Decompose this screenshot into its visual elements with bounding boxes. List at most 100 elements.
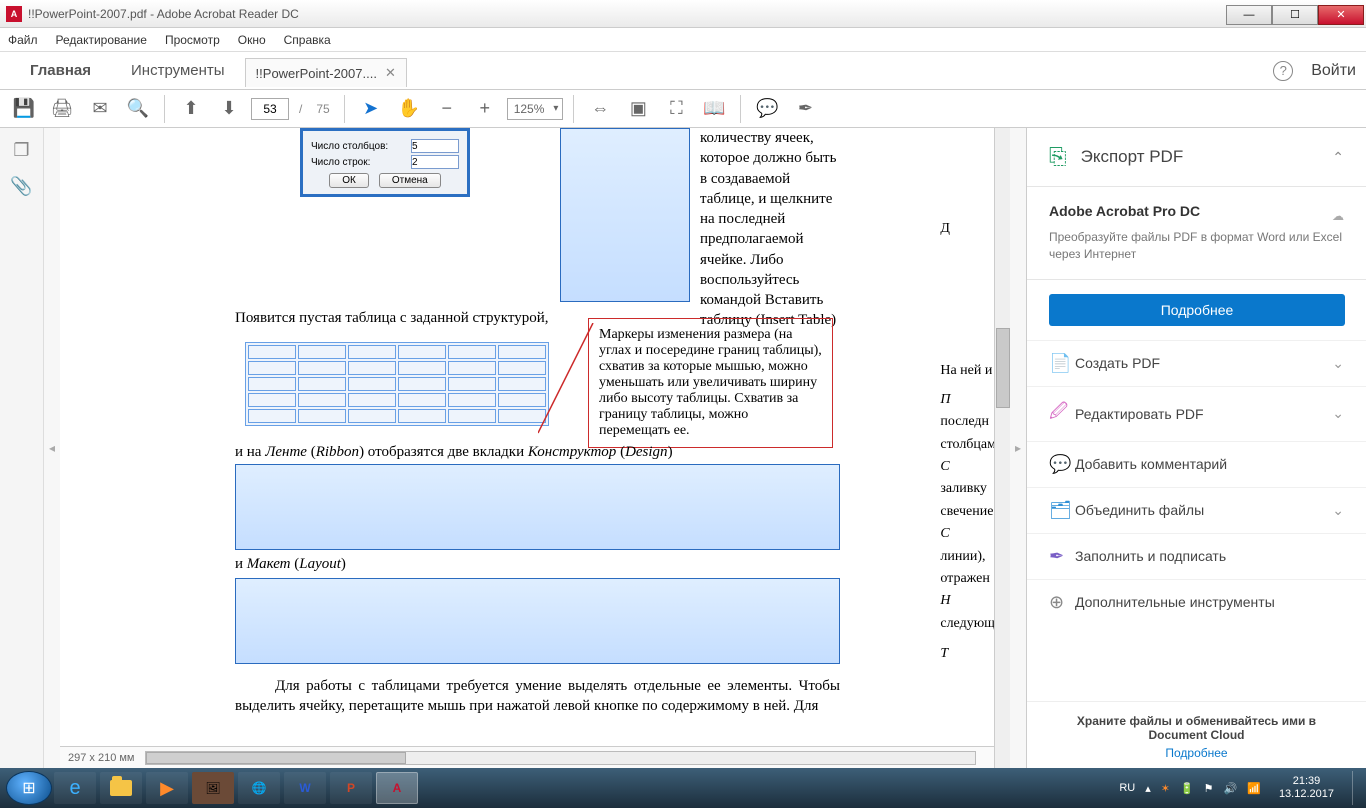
vertical-scrollbar[interactable]: [994, 128, 1010, 768]
zoom-value: 125%: [514, 102, 545, 116]
system-tray: RU ▴ ✶ 🔋 ⚑ 🔊 📶 21:39 13.12.2017: [1119, 771, 1360, 805]
menu-edit[interactable]: Редактирование: [56, 33, 147, 47]
print-icon[interactable]: 🖨: [46, 93, 78, 125]
vscroll-thumb[interactable]: [996, 328, 1010, 408]
read-mode-icon[interactable]: 📖: [698, 93, 730, 125]
taskbar-mediaplayer-icon[interactable]: ▶: [146, 772, 188, 804]
edit-pdf-icon: 🖉: [1049, 399, 1075, 429]
tray-avast-icon[interactable]: ✶: [1161, 782, 1170, 795]
document-tab[interactable]: !!PowerPoint-2007.... ✕: [245, 58, 407, 87]
tray-show-hidden-icon[interactable]: ▴: [1145, 782, 1151, 795]
fit-width-icon[interactable]: ⇔: [584, 93, 616, 125]
horizontal-scrollbar[interactable]: [145, 751, 977, 765]
chevron-up-icon: ⌃: [1332, 149, 1344, 166]
menu-file[interactable]: Файл: [8, 33, 38, 47]
cloud-line2: Document Cloud: [1149, 728, 1245, 742]
taskbar-ie-icon[interactable]: e: [54, 772, 96, 804]
start-button[interactable]: ⊞: [6, 771, 52, 805]
ok-button-img: ОК: [329, 173, 369, 188]
left-rail: ❐ 📎: [0, 128, 44, 768]
tray-action-center-icon[interactable]: ⚑: [1204, 782, 1214, 795]
zoom-out-icon[interactable]: −: [431, 93, 463, 125]
tab-home[interactable]: Главная: [10, 52, 111, 89]
show-desktop-button[interactable]: [1352, 771, 1360, 805]
close-button[interactable]: ✕: [1318, 5, 1364, 25]
fill-sign-item[interactable]: ✒ Заполнить и подписать: [1027, 533, 1366, 579]
hscroll-thumb[interactable]: [146, 752, 406, 764]
edit-pdf-label: Редактировать PDF: [1075, 406, 1204, 422]
menu-help[interactable]: Справка: [284, 33, 331, 47]
separator: [344, 95, 345, 123]
collapse-left-handle[interactable]: ◂: [44, 128, 60, 768]
page-down-icon[interactable]: ⬇: [213, 93, 245, 125]
maximize-button[interactable]: ☐: [1272, 5, 1318, 25]
page-number-input[interactable]: [251, 98, 289, 120]
fill-sign-icon: ✒: [1049, 546, 1075, 567]
separator: [740, 95, 741, 123]
pro-desc: Преобразуйте файлы PDF в формат Word или…: [1049, 229, 1344, 263]
paragraph-4: Для работы с таблицами требуется умение …: [235, 676, 840, 717]
layout-ribbon-image: [235, 578, 840, 664]
taskbar-acrobat-icon[interactable]: A: [376, 772, 418, 804]
fullscreen-icon[interactable]: ⛶: [660, 93, 692, 125]
hand-tool-icon[interactable]: ✋: [393, 93, 425, 125]
chevron-down-icon: ⌄: [1332, 405, 1344, 422]
create-pdf-item[interactable]: 📄 Создать PDF ⌄: [1027, 340, 1366, 386]
close-tab-icon[interactable]: ✕: [385, 65, 396, 81]
select-tool-icon[interactable]: ➤: [355, 93, 387, 125]
comment-icon[interactable]: 💬: [751, 93, 783, 125]
chevron-down-icon: ⌄: [1332, 502, 1344, 519]
tab-tools[interactable]: Инструменты: [111, 52, 245, 89]
window-title: !!PowerPoint-2007.pdf - Adobe Acrobat Re…: [28, 7, 299, 21]
taskbar-explorer-icon[interactable]: [100, 772, 142, 804]
combine-icon: 🗂: [1049, 500, 1075, 521]
side-paragraph: количеству ячеек, которое должно быть в …: [700, 128, 845, 331]
tray-lang[interactable]: RU: [1119, 782, 1135, 794]
taskbar-word-icon[interactable]: W: [284, 772, 326, 804]
attachments-icon[interactable]: 📎: [10, 174, 34, 198]
login-button[interactable]: Войти: [1311, 62, 1356, 80]
cutoff-text: Д На ней и П последн столбцам С заливку …: [940, 218, 994, 665]
tray-clock[interactable]: 21:39 13.12.2017: [1279, 775, 1334, 801]
combine-files-item[interactable]: 🗂 Объединить файлы ⌄: [1027, 487, 1366, 533]
minimize-button[interactable]: —: [1226, 5, 1272, 25]
cloud-line1: Храните файлы и обменивайтесь ими в: [1077, 714, 1316, 728]
zoom-select[interactable]: 125%: [507, 98, 564, 120]
menu-bar: Файл Редактирование Просмотр Окно Справк…: [0, 28, 1366, 52]
tray-battery-icon[interactable]: 🔋: [1180, 782, 1194, 795]
zoom-in-icon[interactable]: +: [469, 93, 501, 125]
main-area: ❐ 📎 ◂ Число столбцов: Число строк: ОК От…: [0, 128, 1366, 768]
email-icon[interactable]: ✉: [84, 93, 116, 125]
tray-volume-icon[interactable]: 🔊: [1224, 782, 1238, 795]
menu-window[interactable]: Окно: [238, 33, 266, 47]
windows-taskbar: ⊞ e ▶ 🖼 🌐 W P A RU ▴ ✶ 🔋 ⚑ 🔊 📶 21:39 13.…: [0, 768, 1366, 808]
page-up-icon[interactable]: ⬆: [175, 93, 207, 125]
menu-view[interactable]: Просмотр: [165, 33, 220, 47]
tray-network-icon[interactable]: 📶: [1247, 782, 1261, 795]
sign-icon[interactable]: ✒: [789, 93, 821, 125]
sample-table-grid: [245, 342, 549, 426]
taskbar-powerpoint-icon[interactable]: P: [330, 772, 372, 804]
taskbar-app-icon[interactable]: 🖼: [192, 772, 234, 804]
page-dimensions: 297 x 210 мм: [68, 752, 135, 764]
save-icon[interactable]: 💾: [8, 93, 40, 125]
collapse-right-handle[interactable]: ▸: [1010, 128, 1026, 768]
help-icon[interactable]: ?: [1273, 61, 1293, 81]
pdf-page[interactable]: Число столбцов: Число строк: ОК Отмена к…: [60, 128, 994, 768]
window-buttons: — ☐ ✕: [1226, 3, 1366, 25]
text-line-1: Появится пустая таблица с заданной струк…: [235, 310, 548, 327]
more-tools-item[interactable]: ⊕ Дополнительные инструменты: [1027, 579, 1366, 625]
taskbar-chrome-icon[interactable]: 🌐: [238, 772, 280, 804]
edit-pdf-item[interactable]: 🖉 Редактировать PDF ⌄: [1027, 386, 1366, 441]
separator: [164, 95, 165, 123]
fit-page-icon[interactable]: ▣: [622, 93, 654, 125]
separator: [573, 95, 574, 123]
rows-input: [411, 155, 459, 169]
export-pdf-header[interactable]: ⎘ Экспорт PDF ⌃: [1027, 128, 1366, 187]
rows-label: Число строк:: [311, 157, 370, 168]
cloud-learn-link[interactable]: Подробнее: [1049, 746, 1344, 760]
add-comment-item[interactable]: 💬 Добавить комментарий: [1027, 441, 1366, 487]
learn-more-button[interactable]: Подробнее: [1049, 294, 1345, 326]
search-icon[interactable]: 🔍: [122, 93, 154, 125]
thumbnails-icon[interactable]: ❐: [10, 138, 34, 162]
